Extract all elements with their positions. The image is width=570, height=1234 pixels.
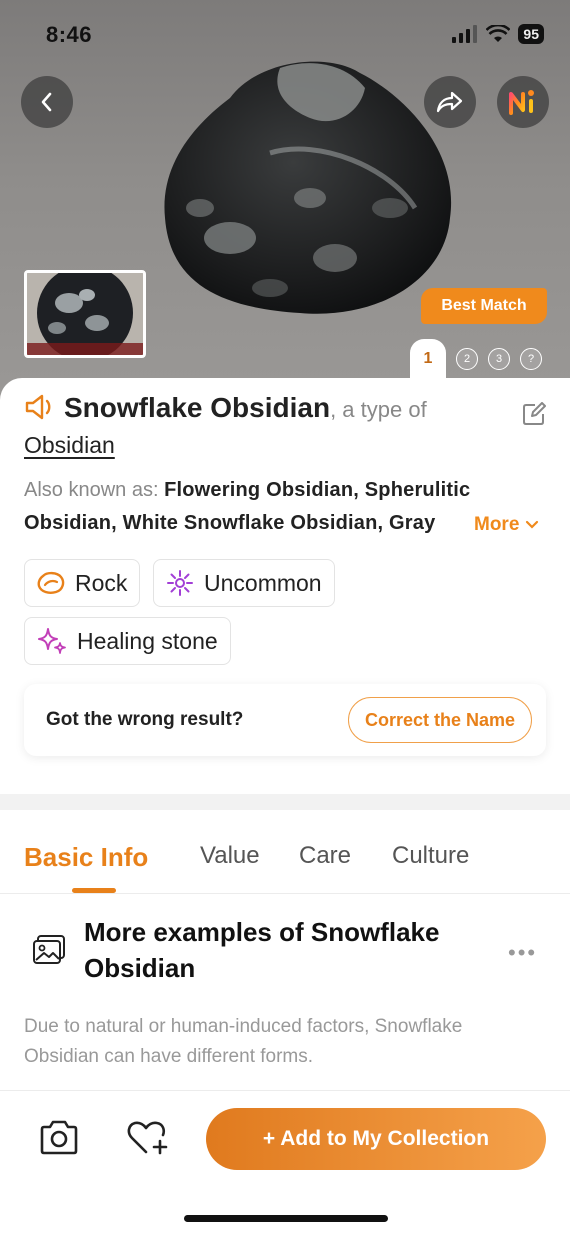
active-tab-indicator xyxy=(72,888,116,893)
chevron-down-icon xyxy=(525,520,538,529)
correct-name-button[interactable]: Correct the Name xyxy=(347,697,532,743)
species-name: Snowflake Obsidian xyxy=(64,392,331,423)
tab-basic-info[interactable]: Basic Info xyxy=(24,842,148,873)
gallery-icon xyxy=(33,935,65,964)
signal-icon xyxy=(452,25,478,43)
pager-item[interactable]: ? xyxy=(520,348,542,370)
result-pager: 1 2 3 ? xyxy=(410,339,570,379)
chevron-left-icon xyxy=(41,92,52,112)
tab-culture[interactable]: Culture xyxy=(392,842,469,870)
rock-icon xyxy=(37,571,65,594)
best-match-badge: Best Match xyxy=(421,288,547,324)
back-button[interactable] xyxy=(21,76,73,128)
title-row: Snowflake Obsidian, a type of Obsidian xyxy=(24,392,474,465)
chip-label: Healing stone xyxy=(77,627,218,654)
section-description: Due to natural or human-induced factors,… xyxy=(24,1016,463,1067)
identification-card: Snowflake Obsidian, a type of Obsidian A… xyxy=(0,378,570,794)
add-to-collection-button[interactable]: + Add to My Collection xyxy=(206,1108,546,1170)
share-icon xyxy=(436,91,463,113)
aka-label: Also known as: xyxy=(24,479,159,501)
status-time: 8:46 xyxy=(46,22,93,47)
status-icons: 95 xyxy=(452,24,544,44)
chip-rarity[interactable]: Uncommon xyxy=(153,559,335,607)
home-indicator xyxy=(184,1215,388,1222)
more-label: More xyxy=(474,514,520,535)
tab-value[interactable]: Value xyxy=(200,842,260,870)
specimen-photo[interactable] xyxy=(160,58,460,320)
wrong-result-panel: Got the wrong result? Correct the Name xyxy=(24,684,546,756)
tab-bar: Basic Info Value Care Culture xyxy=(0,810,570,894)
parent-type-link[interactable]: Obsidian xyxy=(24,432,115,458)
speaker-icon[interactable] xyxy=(24,393,58,421)
ai-logo-icon xyxy=(509,90,534,115)
bottom-action-bar: + Add to My Collection xyxy=(0,1090,570,1234)
more-options-icon[interactable]: ••• xyxy=(508,940,537,966)
camera-icon[interactable] xyxy=(38,1119,80,1157)
hero-image-area: 8:46 95 Best Match 1 2 3 ? xyxy=(0,0,570,400)
tab-care[interactable]: Care xyxy=(299,842,351,870)
pager-item[interactable]: 3 xyxy=(488,348,510,370)
rarity-icon xyxy=(167,570,193,596)
section-divider xyxy=(0,794,570,810)
wrong-result-question: Got the wrong result? xyxy=(46,709,244,730)
edit-icon[interactable] xyxy=(522,402,546,426)
pager-item[interactable]: 2 xyxy=(456,348,478,370)
add-favorite-icon[interactable] xyxy=(126,1119,170,1157)
chip-label: Uncommon xyxy=(204,569,322,596)
section-title: More examples of Snowflake Obsidian xyxy=(84,917,440,983)
ai-assistant-button[interactable] xyxy=(497,76,549,128)
chip-healing-stone[interactable]: Healing stone xyxy=(24,617,231,665)
user-photo-thumbnail[interactable] xyxy=(24,270,146,358)
wifi-icon xyxy=(486,25,511,42)
chip-label: Rock xyxy=(75,569,128,596)
type-prefix: , a type of xyxy=(330,397,427,422)
share-button[interactable] xyxy=(424,76,476,128)
pager-item-active[interactable]: 1 xyxy=(410,339,446,379)
sparkle-icon xyxy=(38,628,66,654)
status-bar: 8:46 95 xyxy=(0,0,570,70)
chip-rock[interactable]: Rock xyxy=(24,559,141,607)
thumbnail-image xyxy=(27,273,143,355)
battery-indicator: 95 xyxy=(518,24,544,44)
more-button[interactable]: More xyxy=(464,508,539,541)
